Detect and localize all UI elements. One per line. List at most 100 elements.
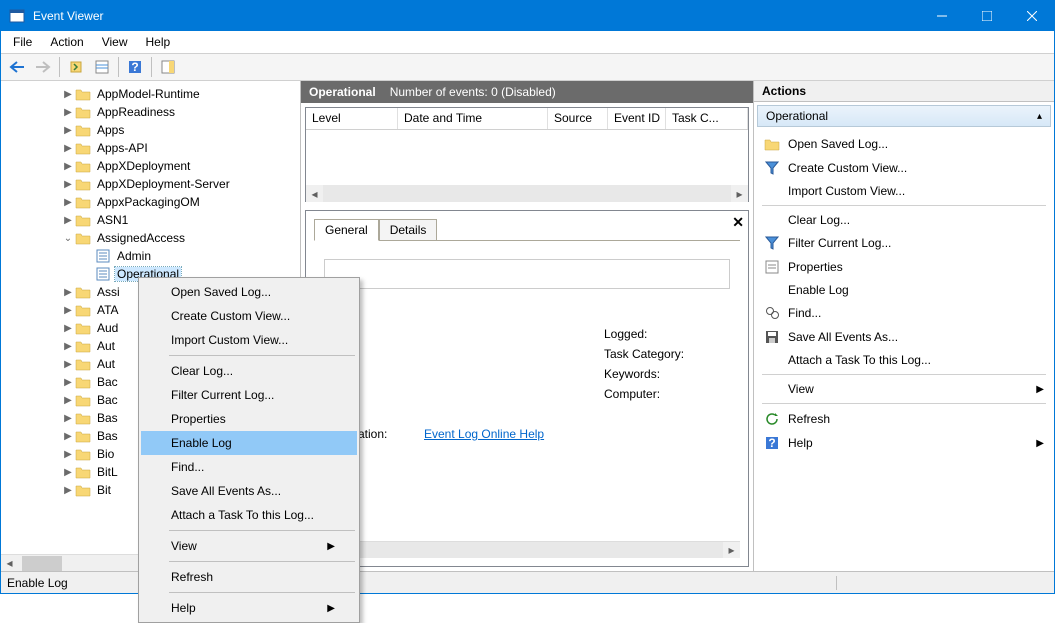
separator: [169, 355, 355, 356]
properties-icon: [764, 259, 780, 275]
tree-item[interactable]: ▶AppReadiness: [1, 103, 300, 121]
cm-attach-task[interactable]: Attach a Task To this Log...: [141, 503, 357, 527]
tree-item[interactable]: ▶AppXDeployment-Server: [1, 175, 300, 193]
tree-item[interactable]: ▶AppxPackagingOM: [1, 193, 300, 211]
tab-details[interactable]: Details: [379, 219, 438, 240]
actions-subheader[interactable]: Operational ▴: [757, 105, 1051, 127]
action-list: Open Saved Log... Create Custom View... …: [754, 130, 1054, 457]
chevron-right-icon: ▶: [327, 541, 335, 552]
separator: [762, 374, 1046, 375]
context-menu: Open Saved Log... Create Custom View... …: [138, 277, 360, 623]
lbl-keywords: Keywords:: [604, 367, 724, 381]
col-level[interactable]: Level: [306, 108, 398, 129]
window-title: Event Viewer: [33, 9, 919, 23]
menu-view[interactable]: View: [94, 33, 136, 51]
find-icon: [764, 305, 780, 321]
action-help[interactable]: ?Help▶: [754, 431, 1054, 455]
detail-h-scrollbar[interactable]: ◂▸: [314, 541, 740, 558]
back-button[interactable]: [5, 56, 29, 78]
minimize-button[interactable]: [919, 1, 964, 31]
forward-button[interactable]: [31, 56, 55, 78]
menu-file[interactable]: File: [5, 33, 40, 51]
action-properties[interactable]: Properties: [754, 255, 1054, 279]
tab-body: ame: e: Logged: ID: Task Category: Keywo…: [314, 240, 740, 533]
cm-view[interactable]: View▶: [141, 534, 357, 558]
help-button[interactable]: ?: [123, 56, 147, 78]
show-tree-button[interactable]: [64, 56, 88, 78]
toolbar-separator: [118, 57, 119, 77]
save-icon: [764, 329, 780, 345]
action-pane-button[interactable]: [156, 56, 180, 78]
menubar: File Action View Help: [1, 31, 1054, 53]
menu-action[interactable]: Action: [42, 33, 91, 51]
cm-find[interactable]: Find...: [141, 455, 357, 479]
col-source[interactable]: Source: [548, 108, 608, 129]
action-view[interactable]: View▶: [754, 378, 1054, 400]
app-icon: [9, 8, 25, 24]
col-date[interactable]: Date and Time: [398, 108, 548, 129]
tree-item[interactable]: ▶Apps: [1, 121, 300, 139]
tree-item-assignedaccess[interactable]: ⌄AssignedAccess: [1, 229, 300, 247]
cm-create-custom-view[interactable]: Create Custom View...: [141, 304, 357, 328]
center-pane: Operational Number of events: 0 (Disable…: [301, 81, 754, 571]
event-message-box: [324, 259, 730, 289]
cm-clear-log[interactable]: Clear Log...: [141, 359, 357, 383]
actions-sub-label: Operational: [766, 109, 828, 123]
action-create-custom-view[interactable]: Create Custom View...: [754, 156, 1054, 180]
action-refresh[interactable]: Refresh: [754, 407, 1054, 431]
action-attach-task[interactable]: Attach a Task To this Log...: [754, 349, 1054, 371]
help-icon: ?: [764, 435, 780, 451]
cm-enable-log[interactable]: Enable Log: [141, 431, 357, 455]
svg-text:?: ?: [131, 60, 138, 74]
tree-item[interactable]: ▶ASN1: [1, 211, 300, 229]
action-save-all[interactable]: Save All Events As...: [754, 325, 1054, 349]
detail-tabs: General Details: [306, 211, 748, 240]
maximize-button[interactable]: [964, 1, 1009, 31]
link-online-help[interactable]: Event Log Online Help: [424, 427, 544, 441]
refresh-icon: [764, 411, 780, 427]
col-eventid[interactable]: Event ID: [608, 108, 666, 129]
tree-item-admin[interactable]: Admin: [1, 247, 300, 265]
tree-item[interactable]: ▶Apps-API: [1, 139, 300, 157]
tree-item[interactable]: ▶AppModel-Runtime: [1, 85, 300, 103]
cm-properties[interactable]: Properties: [141, 407, 357, 431]
menu-help[interactable]: Help: [138, 33, 179, 51]
grid-h-scrollbar[interactable]: ◂▸: [306, 185, 748, 202]
tree-item[interactable]: ▶AppXDeployment: [1, 157, 300, 175]
collapse-icon: ▴: [1037, 111, 1042, 122]
svg-text:?: ?: [768, 436, 775, 450]
chevron-right-icon: ▶: [327, 603, 335, 614]
action-find[interactable]: Find...: [754, 301, 1054, 325]
cm-save-all[interactable]: Save All Events As...: [141, 479, 357, 503]
separator: [169, 592, 355, 593]
lbl-task: Task Category:: [604, 347, 724, 361]
actions-title: Actions: [754, 81, 1054, 102]
col-task[interactable]: Task C...: [666, 108, 748, 129]
cm-help[interactable]: Help▶: [141, 596, 357, 620]
event-viewer-window: Event Viewer File Action View Help ? ▶Ap…: [0, 0, 1055, 594]
close-button[interactable]: [1009, 1, 1054, 31]
detail-close-button[interactable]: ✕: [732, 214, 744, 231]
action-open-saved-log[interactable]: Open Saved Log...: [754, 132, 1054, 156]
lbl-logged: Logged:: [604, 327, 724, 341]
separator: [762, 403, 1046, 404]
detail-pane: ✕ General Details ame: e: Logged: ID: Ta…: [305, 210, 749, 567]
action-import-custom-view[interactable]: Import Custom View...: [754, 180, 1054, 202]
action-enable-log[interactable]: Enable Log: [754, 279, 1054, 301]
cm-open-saved-log[interactable]: Open Saved Log...: [141, 280, 357, 304]
cm-refresh[interactable]: Refresh: [141, 565, 357, 589]
properties-button[interactable]: [90, 56, 114, 78]
action-filter-log[interactable]: Filter Current Log...: [754, 231, 1054, 255]
funnel-icon: [764, 235, 780, 251]
status-text: Enable Log: [7, 576, 837, 590]
log-name: Operational: [309, 85, 376, 99]
separator: [762, 205, 1046, 206]
actions-pane: Actions Operational ▴ Open Saved Log... …: [754, 81, 1054, 571]
grid-header[interactable]: Level Date and Time Source Event ID Task…: [306, 108, 748, 130]
cm-filter-log[interactable]: Filter Current Log...: [141, 383, 357, 407]
event-grid[interactable]: Level Date and Time Source Event ID Task…: [305, 107, 749, 202]
toolbar-separator: [151, 57, 152, 77]
tab-general[interactable]: General: [314, 219, 379, 241]
cm-import-custom-view[interactable]: Import Custom View...: [141, 328, 357, 352]
action-clear-log[interactable]: Clear Log...: [754, 209, 1054, 231]
